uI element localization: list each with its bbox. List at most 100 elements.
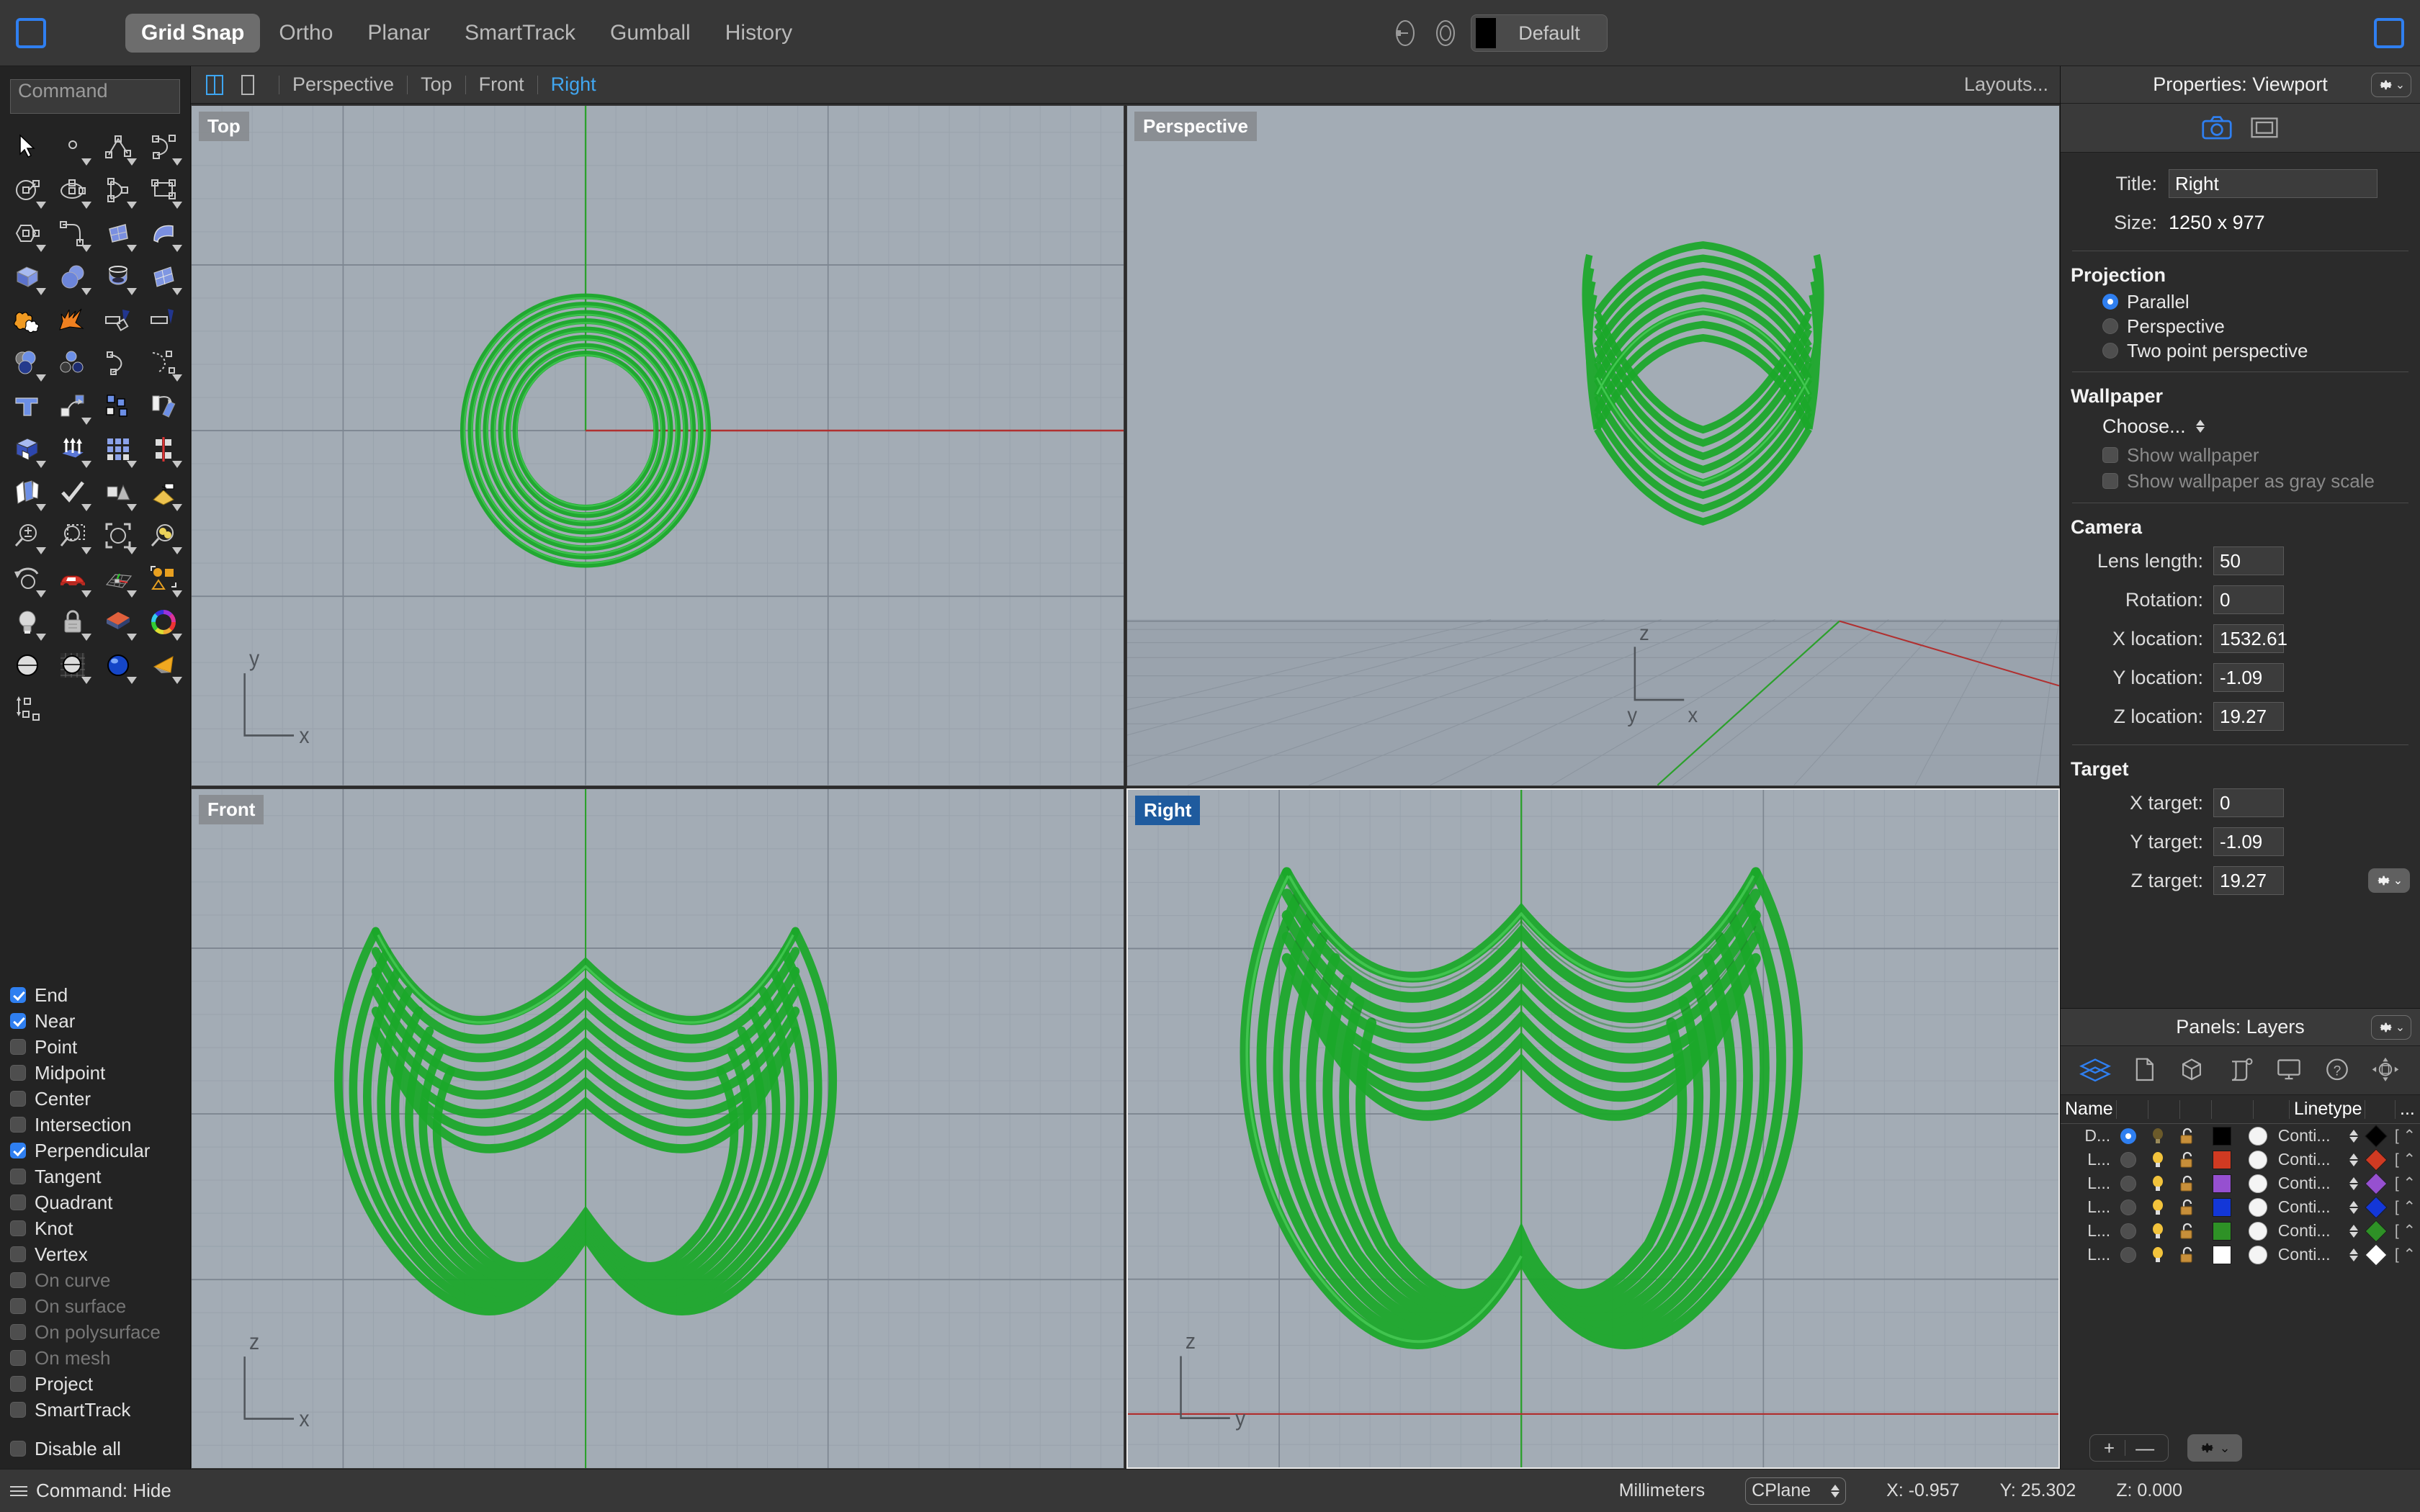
y-target-input[interactable]: -1.09 — [2213, 827, 2284, 856]
mesh-plane-icon[interactable] — [140, 255, 186, 298]
curve-extend-icon[interactable] — [140, 341, 186, 384]
current-layer-radio[interactable] — [2113, 1152, 2143, 1168]
layer-print-color[interactable] — [2362, 1128, 2390, 1144]
rendered-view-icon[interactable] — [95, 644, 140, 687]
box-icon[interactable] — [4, 255, 50, 298]
trim-icon[interactable] — [140, 298, 186, 341]
layer-print-color[interactable] — [2362, 1200, 2390, 1215]
viewport-right[interactable]: z y Right — [1126, 788, 2060, 1470]
lock-icon[interactable] — [2173, 1174, 2202, 1193]
add-remove-layer-group[interactable]: + — — [2089, 1434, 2169, 1462]
point-icon[interactable] — [50, 125, 95, 168]
chevron-updown-icon[interactable] — [2346, 1201, 2362, 1214]
table-row[interactable]: L... Conti... [ ⌃ — [2061, 1219, 2420, 1243]
wallpaper-choose-dropdown[interactable]: Choose... — [2061, 410, 2420, 442]
layer-linetype[interactable]: Conti... — [2275, 1126, 2346, 1146]
current-layer-radio[interactable] — [2113, 1247, 2143, 1263]
osnap-project[interactable]: Project — [10, 1371, 190, 1397]
column-lock[interactable] — [2180, 1100, 2212, 1119]
toggle-smarttrack[interactable]: SmartTrack — [449, 14, 591, 53]
layer-linetype[interactable]: Conti... — [2275, 1174, 2346, 1193]
target-gear-button[interactable]: ⌄ — [2368, 868, 2410, 893]
surface-from-points-icon[interactable] — [95, 212, 140, 255]
car-icon[interactable] — [50, 557, 95, 600]
table-row[interactable]: L... Conti... [ ⌃ — [2061, 1195, 2420, 1219]
lens-length-input[interactable]: 50 — [2213, 546, 2284, 575]
layers-tool-icon[interactable] — [4, 471, 50, 514]
scroll-icon[interactable] — [2224, 1056, 2256, 1085]
column-current[interactable] — [2117, 1100, 2148, 1119]
viewport-label-right[interactable]: Right — [1135, 796, 1200, 825]
layer-print-color[interactable] — [2362, 1247, 2390, 1263]
layer-color-swatch[interactable] — [2202, 1246, 2241, 1264]
loft-surface-icon[interactable] — [140, 212, 186, 255]
bulb-icon[interactable] — [2143, 1151, 2172, 1169]
layer-material-circle[interactable] — [2241, 1222, 2275, 1241]
osnap-knot-checkbox[interactable] — [10, 1220, 26, 1236]
viewport-top[interactable]: y x Top — [191, 105, 1124, 786]
torus-icon[interactable] — [95, 255, 140, 298]
toggle-history[interactable]: History — [709, 14, 808, 53]
lock-icon[interactable] — [2173, 1151, 2202, 1169]
osnap-midpoint-checkbox[interactable] — [10, 1065, 26, 1081]
lock-icon[interactable] — [2173, 1222, 2202, 1241]
sphere-icon[interactable] — [50, 255, 95, 298]
osnap-center[interactable]: Center — [10, 1086, 190, 1112]
osnap-perpendicular-checkbox[interactable] — [10, 1143, 26, 1158]
zoom-previous-icon[interactable] — [4, 557, 50, 600]
curve-offset-icon[interactable] — [95, 341, 140, 384]
layer-material-circle[interactable] — [2241, 1198, 2275, 1217]
layers-icon[interactable] — [2079, 1056, 2111, 1085]
osnap-tangent[interactable]: Tangent — [10, 1164, 190, 1189]
chevron-updown-icon[interactable] — [2346, 1248, 2362, 1261]
toggle-planar[interactable]: Planar — [351, 14, 446, 53]
layer-color-swatch[interactable] — [2202, 1198, 2241, 1217]
osnap-quadrant[interactable]: Quadrant — [10, 1189, 190, 1215]
explode-icon[interactable] — [50, 298, 95, 341]
remove-layer-button[interactable]: — — [2136, 1437, 2154, 1459]
x-location-input[interactable]: 1532.61 — [2213, 624, 2284, 653]
osnap-intersection[interactable]: Intersection — [10, 1112, 190, 1138]
projection-parallel[interactable]: Parallel — [2061, 289, 2420, 314]
layer-print-color[interactable] — [2362, 1176, 2390, 1192]
osnap-midpoint[interactable]: Midpoint — [10, 1060, 190, 1086]
toggle-ortho[interactable]: Ortho — [263, 14, 349, 53]
rotation-input[interactable]: 0 — [2213, 585, 2284, 614]
layer-dropdown[interactable]: Default — [1471, 14, 1608, 52]
properties-gear-button[interactable]: ⌄ — [2371, 73, 2411, 97]
display-icon[interactable] — [2273, 1056, 2305, 1085]
projection-perspective-radio[interactable] — [2102, 318, 2118, 334]
array-icon[interactable] — [95, 384, 140, 428]
osnap-disable-all[interactable]: Disable all — [10, 1436, 190, 1462]
select-objects-icon[interactable] — [140, 557, 186, 600]
osnap-smarttrack-checkbox[interactable] — [10, 1402, 26, 1418]
layer-material-circle[interactable] — [2241, 1174, 2275, 1193]
shaded-view-icon[interactable] — [4, 644, 50, 687]
layer-linetype[interactable]: Conti... — [2275, 1150, 2346, 1169]
group-circles-icon[interactable] — [50, 341, 95, 384]
zoom-extents-icon[interactable] — [95, 514, 140, 557]
boolean-difference-icon[interactable] — [4, 428, 50, 471]
layer-color-swatch[interactable] — [2202, 1127, 2241, 1146]
z-target-input[interactable]: 19.27 — [2213, 866, 2284, 895]
column-print-color[interactable] — [2365, 1100, 2396, 1119]
osnap-knot[interactable]: Knot — [10, 1215, 190, 1241]
viewport-title-input[interactable]: Right — [2169, 169, 2378, 198]
current-layer-radio[interactable] — [2113, 1223, 2143, 1239]
viewport-single-icon[interactable] — [236, 73, 260, 97]
osnap-near[interactable]: Near — [10, 1008, 190, 1034]
layer-linetype[interactable]: Conti... — [2275, 1197, 2346, 1217]
zoom-icon[interactable] — [4, 514, 50, 557]
column-material[interactable] — [2254, 1100, 2290, 1119]
tab-perspective[interactable]: Perspective — [290, 73, 397, 96]
layouts-button[interactable]: Layouts... — [1964, 73, 2048, 96]
layer-color-swatch[interactable] — [2202, 1151, 2241, 1169]
current-layer-radio[interactable] — [2113, 1200, 2143, 1215]
cube-icon[interactable] — [2176, 1056, 2208, 1085]
arc-icon[interactable] — [95, 168, 140, 212]
help-icon[interactable]: ? — [2321, 1056, 2353, 1085]
viewport-split-icon[interactable] — [202, 73, 227, 97]
dimension-icon[interactable] — [4, 687, 50, 730]
chevron-updown-icon[interactable] — [2346, 1225, 2362, 1238]
move-icon[interactable] — [50, 384, 95, 428]
